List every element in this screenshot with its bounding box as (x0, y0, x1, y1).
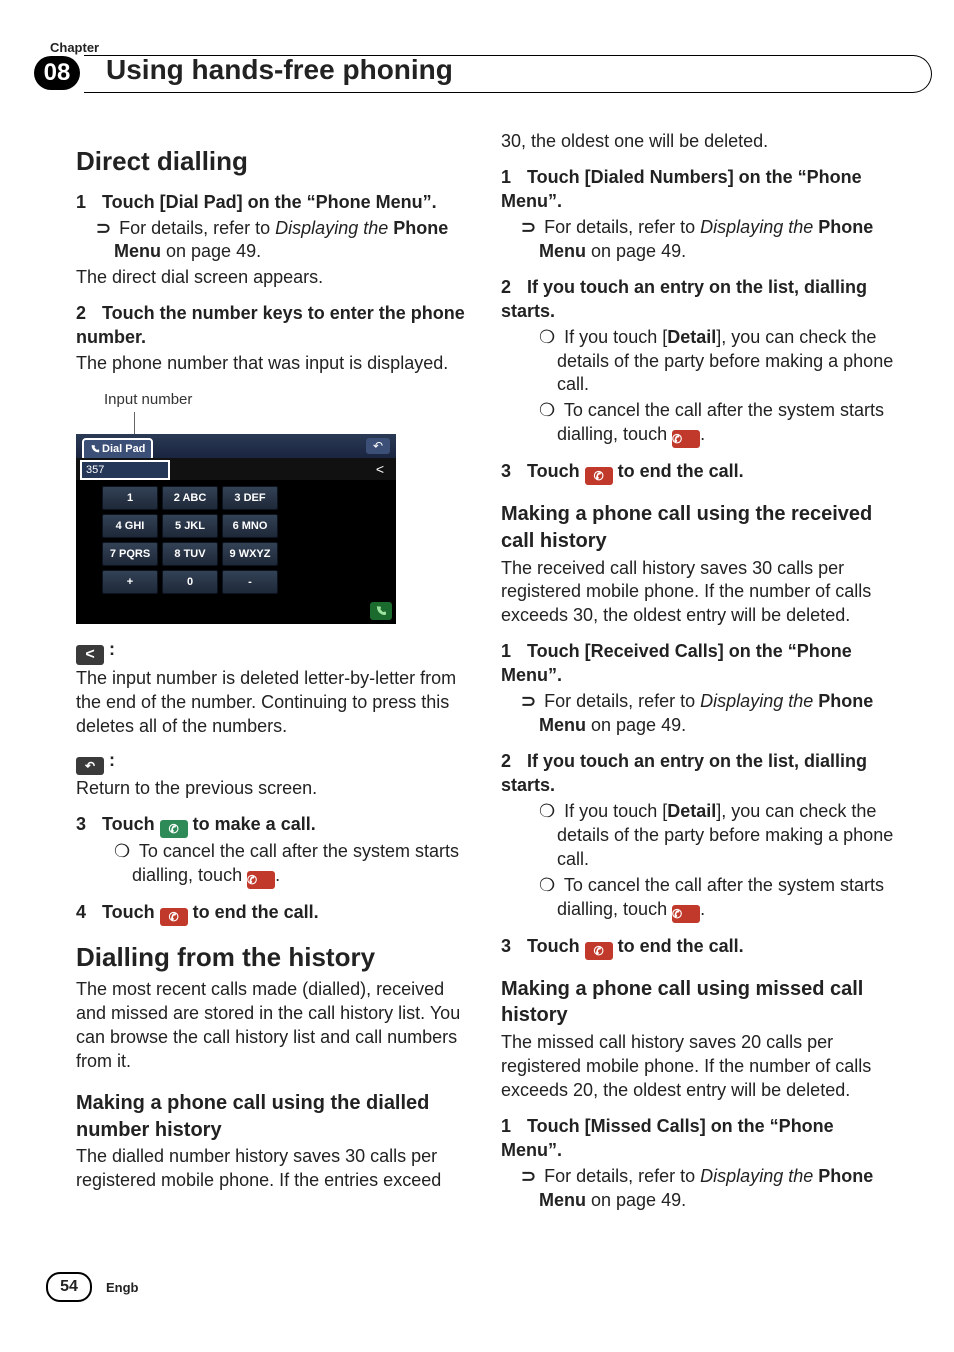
heading-direct-dialling: Direct dialling (76, 144, 471, 179)
step-1: 1Touch [Dial Pad] on the “Phone Menu”. (76, 191, 471, 215)
step-received-1: 1Touch [Received Calls] on the “Phone Me… (501, 640, 896, 688)
paragraph: The most recent calls made (dialled), re… (76, 978, 471, 1074)
hangup-icon: ✆ (585, 467, 613, 485)
back-button[interactable]: ↶ (366, 438, 390, 454)
step-missed-1: 1Touch [Missed Calls] on the “Phone Menu… (501, 1115, 896, 1163)
step-dialled-1: 1Touch [Dialed Numbers] on the “Phone Me… (501, 166, 896, 214)
keypad: 1 2 ABC 3 DEF 4 GHI 5 JKL 6 MNO 7 PQRS 8… (102, 486, 278, 594)
delete-icon: < (76, 645, 104, 665)
key-5[interactable]: 5 JKL (162, 514, 218, 538)
xref-arrow-icon: ⊃ (521, 1166, 539, 1186)
step-received-3: 3Touch ✆ to end the call. (501, 935, 896, 960)
key-4[interactable]: 4 GHI (102, 514, 158, 538)
note: ❍ To cancel the call after the system st… (557, 399, 896, 448)
key-minus[interactable]: - (222, 570, 278, 594)
heading-history: Dialling from the history (76, 940, 471, 975)
note-bullet-icon: ❍ (539, 400, 559, 420)
xref-phone-menu-4: ⊃ For details, refer to Displaying the P… (539, 1165, 896, 1213)
paragraph: Return to the previous screen. (76, 777, 471, 801)
key-7[interactable]: 7 PQRS (102, 542, 158, 566)
dialpad-screenshot: Dial Pad ↶ 357 < 1 2 ABC 3 DEF 4 GHI 5 J… (76, 434, 396, 624)
delete-button[interactable]: < (368, 460, 392, 478)
phone-icon (375, 605, 387, 617)
xref-phone-menu-3: ⊃ For details, refer to Displaying the P… (539, 690, 896, 738)
hangup-icon: ✆ (247, 871, 275, 889)
callout-input-number: Input number (104, 390, 471, 410)
icon-explain-delete: < : (76, 638, 471, 665)
chapter-title: Using hands-free phoning (106, 54, 453, 86)
key-3[interactable]: 3 DEF (222, 486, 278, 510)
step-4: 4Touch ✆ to end the call. (76, 901, 471, 926)
xref-arrow-icon: ⊃ (96, 218, 114, 238)
paragraph: The received call history saves 30 calls… (501, 557, 896, 629)
phone-icon (90, 444, 100, 454)
hangup-icon: ✆ (672, 430, 700, 448)
back-icon: ↶ (76, 757, 104, 775)
note: ❍ If you touch [Detail], you can check t… (557, 800, 896, 872)
step-received-2: 2If you touch an entry on the list, dial… (501, 750, 896, 798)
entered-number: 357 (80, 460, 170, 480)
key-0[interactable]: 0 (162, 570, 218, 594)
hangup-icon: ✆ (585, 942, 613, 960)
note: ❍ To cancel the call after the system st… (132, 840, 471, 889)
note: ❍ To cancel the call after the system st… (557, 874, 896, 923)
note-bullet-icon: ❍ (539, 327, 559, 347)
step-dialled-2: 2If you touch an entry on the list, dial… (501, 276, 896, 324)
paragraph: The phone number that was input is displ… (76, 352, 471, 376)
key-2[interactable]: 2 ABC (162, 486, 218, 510)
step-3: 3Touch ✆ to make a call. (76, 813, 471, 838)
xref-phone-menu-2: ⊃ For details, refer to Displaying the P… (539, 216, 896, 264)
callout-line (134, 412, 135, 434)
hangup-icon: ✆ (672, 905, 700, 923)
paragraph: The missed call history saves 20 calls p… (501, 1031, 896, 1103)
note: ❍ If you touch [Detail], you can check t… (557, 326, 896, 398)
step-dialled-3: 3Touch ✆ to end the call. (501, 460, 896, 485)
heading-dialled-history: Making a phone call using the dialled nu… (76, 1090, 471, 1143)
key-6[interactable]: 6 MNO (222, 514, 278, 538)
language-code: Engb (106, 1280, 139, 1295)
chapter-word: Chapter (50, 40, 99, 55)
note-bullet-icon: ❍ (114, 841, 134, 861)
heading-received-history: Making a phone call using the received c… (501, 501, 896, 554)
key-8[interactable]: 8 TUV (162, 542, 218, 566)
hangup-icon: ✆ (160, 908, 188, 926)
key-1[interactable]: 1 (102, 486, 158, 510)
call-icon: ✆ (160, 820, 188, 838)
xref-arrow-icon: ⊃ (521, 217, 539, 237)
paragraph: The direct dial screen appears. (76, 266, 471, 290)
page-number: 54 (46, 1272, 92, 1302)
key-9[interactable]: 9 WXYZ (222, 542, 278, 566)
note-bullet-icon: ❍ (539, 875, 559, 895)
paragraph: The input number is deleted letter-by-le… (76, 667, 471, 739)
call-button[interactable] (370, 602, 392, 620)
note-bullet-icon: ❍ (539, 801, 559, 821)
chapter-number-badge: 08 (34, 56, 80, 90)
key-plus[interactable]: + (102, 570, 158, 594)
icon-explain-back: ↶ : (76, 749, 471, 775)
xref-arrow-icon: ⊃ (521, 691, 539, 711)
heading-missed-history: Making a phone call using missed call hi… (501, 976, 896, 1029)
xref-phone-menu-1: ⊃ For details, refer to Displaying the P… (114, 217, 471, 265)
step-2: 2Touch the number keys to enter the phon… (76, 302, 471, 350)
